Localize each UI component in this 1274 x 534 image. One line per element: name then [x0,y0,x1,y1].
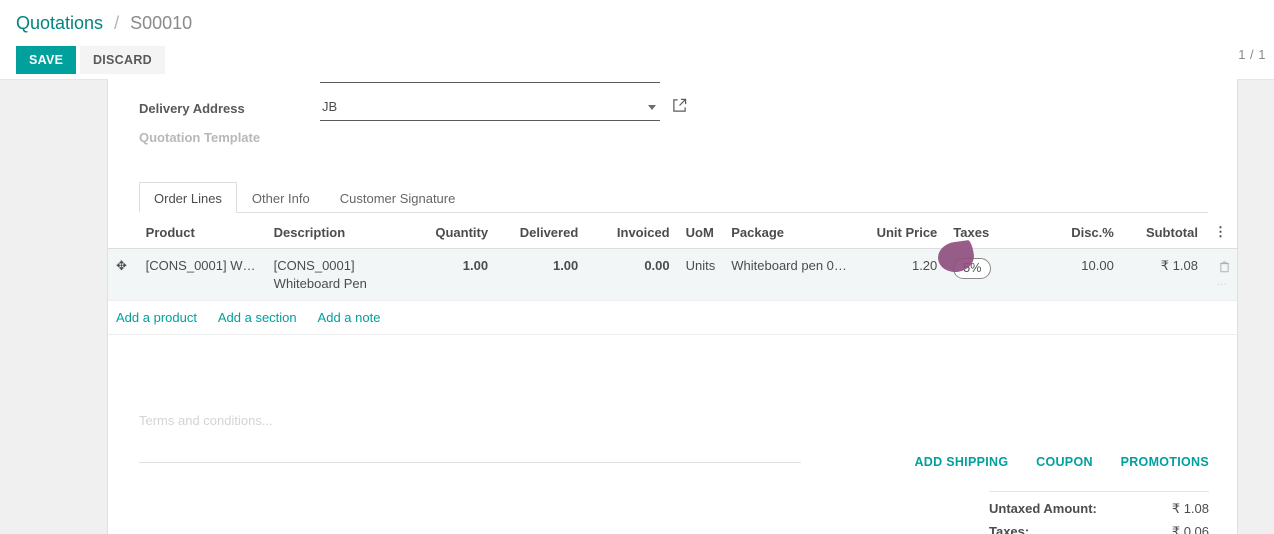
control-panel: Quotations / S00010 SAVE DISCARD 1 / 1 [0,0,1274,79]
tax-tag-badge[interactable]: 5% [953,258,991,279]
cell-package[interactable]: Whiteboard pen 0… [723,249,855,301]
column-uom[interactable]: UoM [678,217,724,249]
terms-underline [139,462,801,463]
cell-product-value: [CONS_0001] Whi… [146,258,258,273]
totals-panel: Untaxed Amount: ₹ 1.08 Taxes: ₹ 0.06 Tot… [989,491,1209,534]
column-taxes[interactable]: Taxes [945,217,1033,249]
column-package[interactable]: Package [723,217,855,249]
discard-button[interactable]: DISCARD [80,46,165,74]
record-action-buttons: SAVE DISCARD [16,46,165,74]
cell-description-line2: Whiteboard Pen [274,276,402,291]
untaxed-amount-label: Untaxed Amount: [989,501,1097,517]
cell-description-line1: [CONS_0001] [274,258,402,273]
quotation-template-label: Quotation Template [139,130,284,145]
record-pager[interactable]: 1 / 1 [1238,47,1266,62]
cell-quantity[interactable]: 1.00 [410,249,496,301]
delivery-address-field[interactable] [320,95,660,122]
cell-subtotal: ₹ 1.08 [1122,249,1206,301]
internal-link-icon-delivery-address[interactable] [672,98,688,114]
cell-uom[interactable]: Units [678,249,724,301]
trash-icon[interactable] [1218,258,1231,273]
tab-other-info[interactable]: Other Info [237,182,325,213]
column-subtotal[interactable]: Subtotal [1122,217,1206,249]
tab-order-lines[interactable]: Order Lines [139,182,237,213]
add-line-cell: Add a product Add a section Add a note [108,301,1238,335]
line-action-links: ADD SHIPPING COUPON PROMOTIONS [890,455,1209,469]
breadcrumb-current-record: S00010 [130,13,192,33]
terms-placeholder: Terms and conditions... [139,413,801,462]
column-options-icon[interactable]: ⋮ [1206,217,1238,249]
add-a-note-link[interactable]: Add a note [318,310,381,325]
table-row[interactable]: ✥ [CONS_0001] Whi… [CONS_0001] Whiteboar… [108,249,1238,301]
chevron-down-icon[interactable] [648,105,656,110]
row-delete-cell[interactable]: … [1206,249,1238,301]
column-invoiced[interactable]: Invoiced [586,217,677,249]
promotions-button[interactable]: PROMOTIONS [1121,455,1209,469]
clipped-field[interactable]: JB [320,79,660,83]
quotation-template-row: Quotation Template [139,124,699,154]
add-a-section-link[interactable]: Add a section [218,310,297,325]
tab-customer-signature[interactable]: Customer Signature [325,182,471,213]
add-shipping-button[interactable]: ADD SHIPPING [914,455,1008,469]
notebook: Order Lines Other Info Customer Signatur… [139,182,1208,213]
add-a-product-link[interactable]: Add a product [116,310,197,325]
column-delivered[interactable]: Delivered [496,217,586,249]
cell-unit-price[interactable]: 1.20 [855,249,945,301]
taxes-label: Taxes: [989,524,1029,534]
column-handle [108,217,138,249]
cell-package-value: Whiteboard pen 0… [731,258,847,273]
taxes-row: Taxes: ₹ 0.06 [989,520,1209,534]
row-overflow-dots: … [1216,276,1228,288]
column-product[interactable]: Product [138,217,266,249]
order-lines-table: Product Description Quantity Delivered I… [108,217,1238,335]
cell-discount[interactable]: 10.00 [1033,249,1122,301]
breadcrumb: Quotations / S00010 [16,10,192,36]
table-header-row: Product Description Quantity Delivered I… [108,217,1238,249]
coupon-button[interactable]: COUPON [1036,455,1093,469]
cell-product[interactable]: [CONS_0001] Whi… [138,249,266,301]
breadcrumb-parent-quotations[interactable]: Quotations [16,13,103,33]
taxes-value: ₹ 0.06 [1147,524,1209,534]
delivery-address-label: Delivery Address [139,101,284,116]
untaxed-amount-value: ₹ 1.08 [1147,501,1209,517]
column-description[interactable]: Description [266,217,410,249]
column-quantity[interactable]: Quantity [410,217,496,249]
save-button[interactable]: SAVE [16,46,76,74]
terms-and-conditions[interactable]: Terms and conditions... [139,413,801,463]
column-unit-price[interactable]: Unit Price [855,217,945,249]
cell-description[interactable]: [CONS_0001] Whiteboard Pen [266,249,410,301]
breadcrumb-separator: / [114,13,119,33]
cell-taxes[interactable]: 5% [945,249,1033,301]
cell-delivered[interactable]: 1.00 [496,249,586,301]
clipped-field-underline [320,82,660,83]
untaxed-amount-row: Untaxed Amount: ₹ 1.08 [989,497,1209,520]
row-drag-handle-icon[interactable]: ✥ [108,249,138,301]
column-discount[interactable]: Disc.% [1033,217,1122,249]
cell-invoiced[interactable]: 0.00 [586,249,677,301]
delivery-address-input[interactable] [320,95,660,121]
delivery-address-row: Delivery Address [139,95,699,125]
add-line-row: Add a product Add a section Add a note [108,301,1238,335]
notebook-tabs: Order Lines Other Info Customer Signatur… [139,182,1208,213]
form-sheet: JB Delivery Address Quotation Temp [107,79,1238,534]
